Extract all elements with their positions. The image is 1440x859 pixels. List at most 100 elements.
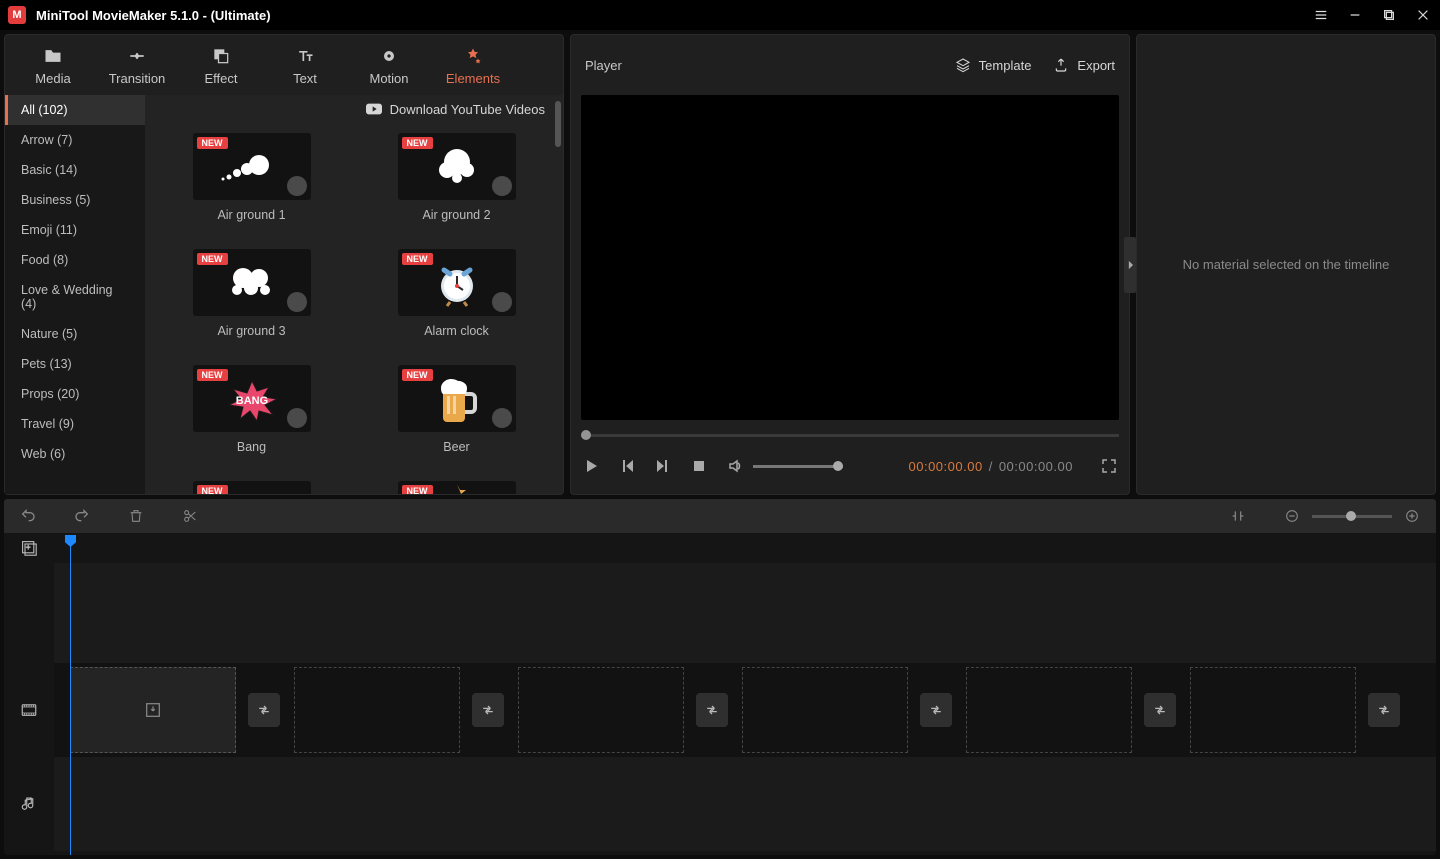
- prev-frame-button[interactable]: [617, 456, 637, 476]
- download-icon[interactable]: [492, 176, 512, 196]
- transition-slot[interactable]: [1144, 693, 1176, 727]
- tab-elements[interactable]: Elements: [433, 39, 513, 92]
- volume-button[interactable]: [725, 456, 745, 476]
- category-item-nature[interactable]: Nature (5): [5, 319, 145, 349]
- beer-icon: [435, 374, 479, 424]
- transition-slot[interactable]: [920, 693, 952, 727]
- clip-slot-5[interactable]: [966, 667, 1132, 753]
- transition-slot[interactable]: [472, 693, 504, 727]
- grid-scrollbar[interactable]: [555, 101, 561, 147]
- export-button[interactable]: Export: [1053, 57, 1115, 73]
- download-icon[interactable]: [287, 408, 307, 428]
- total-time: 00:00:00.00: [999, 459, 1073, 474]
- category-item-travel[interactable]: Travel (9): [5, 409, 145, 439]
- tab-transition[interactable]: Transition: [97, 39, 177, 92]
- export-icon: [1053, 57, 1069, 73]
- seek-bar[interactable]: [581, 430, 1119, 440]
- tab-label: Transition: [99, 71, 175, 86]
- clip-slot-6[interactable]: [1190, 667, 1356, 753]
- transition-slot[interactable]: [696, 693, 728, 727]
- panel-expand-handle[interactable]: [1124, 237, 1136, 293]
- download-icon[interactable]: [492, 408, 512, 428]
- element-bang[interactable]: NEW BANG Bang: [159, 365, 344, 475]
- element-air-ground-2[interactable]: NEW Air ground 2: [364, 133, 549, 243]
- tab-effect[interactable]: Effect: [181, 39, 261, 92]
- maximize-button[interactable]: [1372, 0, 1406, 30]
- clip-slot-1[interactable]: [70, 667, 236, 753]
- category-item-business[interactable]: Business (5): [5, 185, 145, 215]
- clip-slot-3[interactable]: [518, 667, 684, 753]
- category-item-all[interactable]: All (102): [5, 95, 145, 125]
- seek-handle[interactable]: [581, 430, 591, 440]
- minimize-button[interactable]: [1338, 0, 1372, 30]
- menu-icon[interactable]: [1304, 0, 1338, 30]
- new-badge: NEW: [402, 253, 433, 265]
- element-alarm-clock[interactable]: NEW Alarm clock: [364, 249, 549, 359]
- category-item-love-wedding[interactable]: Love & Wedding (4): [5, 275, 145, 319]
- zoom-in-button[interactable]: [1402, 506, 1422, 526]
- motion-icon: [351, 45, 427, 67]
- element-label: Air ground 2: [422, 208, 490, 222]
- redo-button[interactable]: [72, 506, 92, 526]
- stop-button[interactable]: [689, 456, 709, 476]
- volume-slider[interactable]: [753, 465, 843, 468]
- category-item-props[interactable]: Props (20): [5, 379, 145, 409]
- timeline-ruler[interactable]: [54, 533, 1436, 563]
- transition-slot[interactable]: [1368, 693, 1400, 727]
- app-title: MiniTool MovieMaker 5.1.0 - (Ultimate): [36, 8, 271, 23]
- smoke-icon: [217, 147, 287, 187]
- smoke-icon: [427, 144, 487, 190]
- tab-text[interactable]: Text: [265, 39, 345, 92]
- tab-motion[interactable]: Motion: [349, 39, 429, 92]
- close-button[interactable]: [1406, 0, 1440, 30]
- download-icon[interactable]: [492, 292, 512, 312]
- template-button[interactable]: Template: [955, 57, 1032, 73]
- delete-button[interactable]: [126, 506, 146, 526]
- element-label: Air ground 3: [217, 324, 285, 338]
- category-item-web[interactable]: Web (6): [5, 439, 145, 469]
- download-icon[interactable]: [287, 292, 307, 312]
- folder-icon: [15, 45, 91, 67]
- element-partial-1[interactable]: NEW: [159, 481, 344, 494]
- download-youtube-link[interactable]: Download YouTube Videos: [145, 95, 563, 123]
- template-label: Template: [979, 58, 1032, 73]
- inspector-empty-text: No material selected on the timeline: [1183, 257, 1390, 272]
- category-item-food[interactable]: Food (8): [5, 245, 145, 275]
- element-air-ground-1[interactable]: NEW Air ground 1: [159, 133, 344, 243]
- category-item-emoji[interactable]: Emoji (11): [5, 215, 145, 245]
- volume-handle[interactable]: [833, 461, 843, 471]
- tab-label: Motion: [351, 71, 427, 86]
- timeline-toolbar: [4, 499, 1436, 533]
- category-list: All (102) Arrow (7) Basic (14) Business …: [5, 95, 145, 494]
- title-bar: M MiniTool MovieMaker 5.1.0 - (Ultimate): [0, 0, 1440, 30]
- clip-slot-2[interactable]: [294, 667, 460, 753]
- category-item-pets[interactable]: Pets (13): [5, 349, 145, 379]
- element-partial-2[interactable]: NEW: [364, 481, 549, 494]
- zoom-out-button[interactable]: [1282, 506, 1302, 526]
- element-air-ground-3[interactable]: NEW Air ground 3: [159, 249, 344, 359]
- fit-button[interactable]: [1228, 506, 1248, 526]
- new-badge: NEW: [402, 137, 433, 149]
- element-label: Bang: [237, 440, 266, 454]
- playhead[interactable]: [70, 535, 71, 855]
- fullscreen-button[interactable]: [1099, 456, 1119, 476]
- zoom-slider[interactable]: [1312, 515, 1392, 518]
- library-tabs: Media Transition Effect Text Motion Elem…: [5, 35, 563, 95]
- audio-track[interactable]: [54, 757, 1436, 851]
- undo-button[interactable]: [18, 506, 38, 526]
- new-badge: NEW: [197, 137, 228, 149]
- element-beer[interactable]: NEW Beer: [364, 365, 549, 475]
- download-icon[interactable]: [287, 176, 307, 196]
- video-track[interactable]: [54, 663, 1436, 757]
- clip-slot-4[interactable]: [742, 667, 908, 753]
- transition-slot[interactable]: [248, 693, 280, 727]
- category-item-basic[interactable]: Basic (14): [5, 155, 145, 185]
- tab-media[interactable]: Media: [13, 39, 93, 92]
- bang-icon: BANG: [217, 377, 287, 421]
- category-item-arrow[interactable]: Arrow (7): [5, 125, 145, 155]
- split-button[interactable]: [180, 506, 200, 526]
- add-track-button[interactable]: [4, 533, 54, 563]
- zoom-handle[interactable]: [1346, 511, 1356, 521]
- play-button[interactable]: [581, 456, 601, 476]
- next-frame-button[interactable]: [653, 456, 673, 476]
